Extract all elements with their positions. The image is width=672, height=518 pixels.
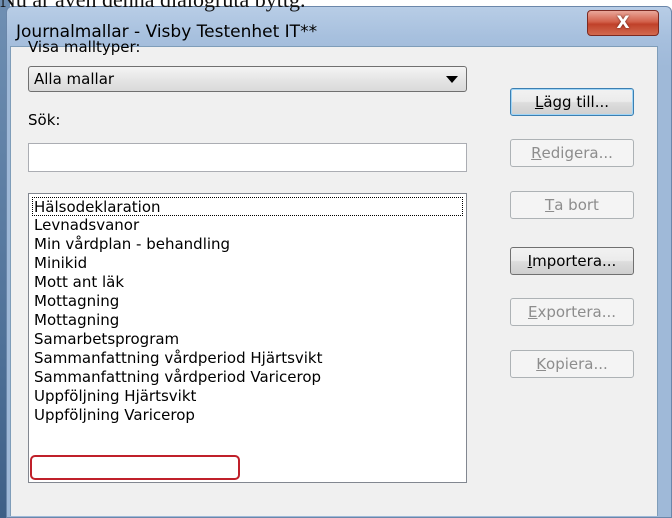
list-item[interactable]: Uppföljning Hjärtsvikt [29,387,466,406]
list-item[interactable]: Min vårdplan - behandling [29,235,466,254]
exportera-label: xportera... [537,303,616,321]
search-input[interactable] [28,143,467,172]
list-item[interactable]: Uppföljning Varicerop [29,406,466,425]
redigera-label: edigera... [541,144,613,162]
list-item[interactable]: Levnadsvanor [29,216,466,235]
ta-bort-label: a bort [554,196,599,214]
malltyp-select[interactable]: Alla mallar [28,66,467,92]
lagg-till-label: ägg till... [543,93,610,111]
document-caption: Nu är även denna dialogruta byttg. [0,0,672,12]
ta-bort-button[interactable]: Ta bort [510,191,634,219]
exportera-accel: E [528,303,538,321]
list-item[interactable]: Sammanfattning vårdperiod Varicerop [29,368,466,387]
kopiera-accel: K [536,355,547,373]
exportera-button[interactable]: Exportera... [510,298,634,326]
list-item[interactable]: Mott ant läk [29,273,466,292]
list-item[interactable]: Hälsodeklaration [32,197,463,216]
ta-bort-accel: T [545,196,555,214]
highlight-annotation [30,455,240,480]
list-item[interactable]: Samarbetsprogram [29,330,466,349]
importera-button[interactable]: Importera... [510,247,634,275]
malltyp-selected-value: Alla mallar [34,70,115,88]
close-button[interactable]: X [587,10,659,36]
redigera-accel: R [531,144,542,162]
sok-label: Sök: [28,111,61,129]
list-item[interactable]: Mottagning [29,311,466,330]
close-icon: X [616,13,630,33]
list-item[interactable]: Mottagning [29,292,466,311]
visa-malltyper-label: Visa malltyper: [28,38,141,56]
lagg-till-button[interactable]: Lägg till... [510,88,634,116]
kopiera-button[interactable]: Kopiera... [510,350,634,378]
list-item[interactable]: Sammanfattning vårdperiod Hjärtsvikt [29,349,466,368]
kopiera-label: opiera... [546,355,608,373]
importera-label: mportera... [532,252,617,270]
list-item[interactable]: Minikid [29,254,466,273]
lagg-till-accel: L [534,93,544,111]
mall-list[interactable]: Hälsodeklaration Levnadsvanor Min vårdpl… [28,193,467,483]
redigera-button[interactable]: Redigera... [510,139,634,167]
dropdown-arrow-icon [446,76,458,83]
